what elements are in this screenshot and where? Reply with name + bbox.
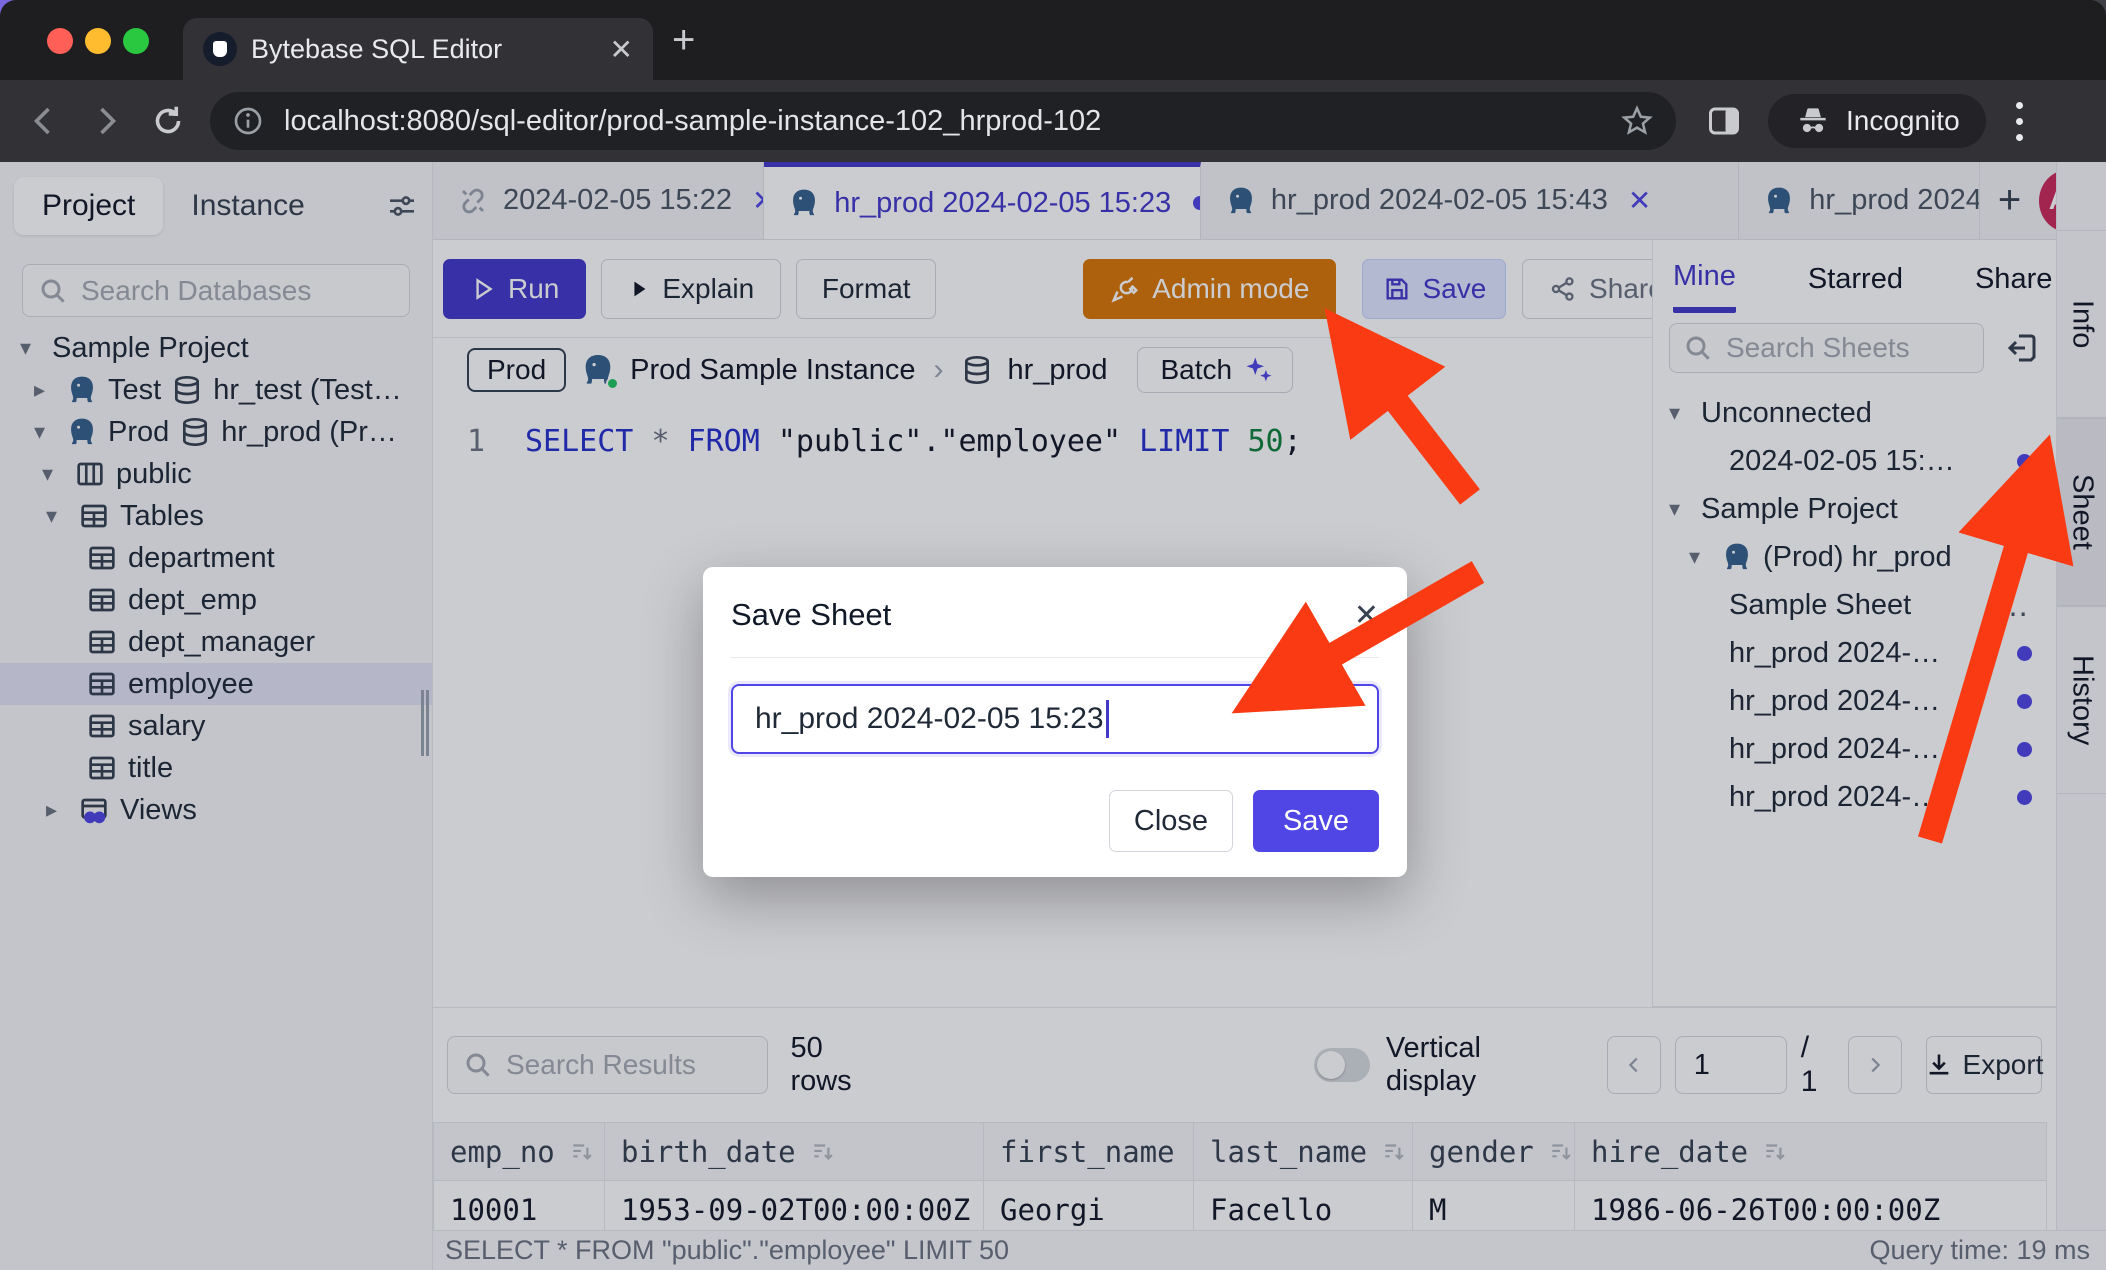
close-icon[interactable]: ✕ xyxy=(1354,598,1379,633)
back-icon[interactable] xyxy=(26,103,62,139)
sheet-name-input[interactable]: hr_prod 2024-02-05 15:23 xyxy=(731,684,1379,754)
close-tab-icon[interactable]: ✕ xyxy=(610,33,633,66)
dialog-save-button[interactable]: Save xyxy=(1253,790,1379,852)
forward-icon[interactable] xyxy=(88,103,124,139)
url-text: localhost:8080/sql-editor/prod-sample-in… xyxy=(284,105,1600,138)
incognito-icon xyxy=(1794,102,1832,140)
address-bar[interactable]: localhost:8080/sql-editor/prod-sample-in… xyxy=(210,92,1676,150)
reload-icon[interactable] xyxy=(150,103,186,139)
save-sheet-dialog: Save Sheet ✕ hr_prod 2024-02-05 15:23 Cl… xyxy=(703,567,1407,877)
side-panel-icon[interactable] xyxy=(1706,103,1742,139)
maximize-window-button[interactable] xyxy=(123,28,149,54)
browser-window: Bytebase SQL Editor ✕ + localhost:8080/s… xyxy=(0,0,2106,1270)
close-button[interactable]: Close xyxy=(1109,790,1233,852)
new-tab-button[interactable]: + xyxy=(672,30,695,50)
site-info-icon[interactable] xyxy=(232,105,264,137)
bytebase-favicon xyxy=(203,32,237,66)
dialog-title: Save Sheet xyxy=(731,597,891,633)
browser-tabstrip: Bytebase SQL Editor ✕ + xyxy=(0,0,2106,80)
bookmark-star-icon[interactable] xyxy=(1620,104,1654,138)
browser-tab[interactable]: Bytebase SQL Editor ✕ xyxy=(183,18,653,80)
browser-toolbar: localhost:8080/sql-editor/prod-sample-in… xyxy=(0,80,2106,162)
incognito-badge: Incognito xyxy=(1768,94,1986,148)
close-window-button[interactable] xyxy=(47,28,73,54)
minimize-window-button[interactable] xyxy=(85,28,111,54)
sheet-name-value: hr_prod 2024-02-05 15:23 xyxy=(755,702,1104,736)
text-caret xyxy=(1106,700,1109,738)
incognito-label: Incognito xyxy=(1846,105,1960,137)
browser-tab-title: Bytebase SQL Editor xyxy=(251,34,596,65)
browser-menu-icon[interactable] xyxy=(2016,102,2023,141)
